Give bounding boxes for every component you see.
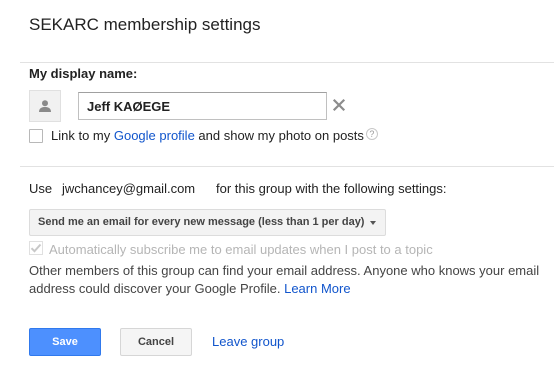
save-button[interactable]: Save [29,328,101,356]
display-name-label: My display name: [29,66,138,81]
clear-name-button[interactable] [331,97,347,113]
use-suffix: for this group with the following settin… [216,181,447,196]
close-icon [332,98,346,112]
divider [20,62,554,63]
checkmark-icon [30,243,42,253]
link-profile-text-after: and show my photo on posts [194,128,364,143]
link-profile-text-before: Link to my [51,128,114,143]
learn-more-link[interactable]: Learn More [284,281,350,296]
google-profile-link[interactable]: Google profile [114,128,195,143]
page-title: SEKARC membership settings [29,15,261,34]
help-icon[interactable]: ? [365,128,378,140]
use-label: Use [29,181,53,196]
divider [20,166,554,167]
link-profile-checkbox[interactable] [29,129,43,143]
display-name-input[interactable] [78,92,327,120]
privacy-info: Other members of this group can find you… [29,262,549,298]
avatar [29,90,61,122]
delivery-dropdown[interactable]: Send me an email for every new message (… [29,209,386,236]
auto-subscribe-checkbox [29,241,43,255]
delivery-dropdown-value: Send me an email for every new message (… [38,216,365,228]
person-icon [39,100,51,112]
leave-group-link[interactable]: Leave group [212,334,284,349]
cancel-button[interactable]: Cancel [120,328,192,356]
link-profile-label: Link to my Google profile and show my ph… [51,128,378,143]
chevron-down-icon [370,221,376,225]
auto-subscribe-label: Automatically subscribe me to email upda… [49,242,433,257]
email-address: jwchancey@gmail.com [62,181,196,196]
